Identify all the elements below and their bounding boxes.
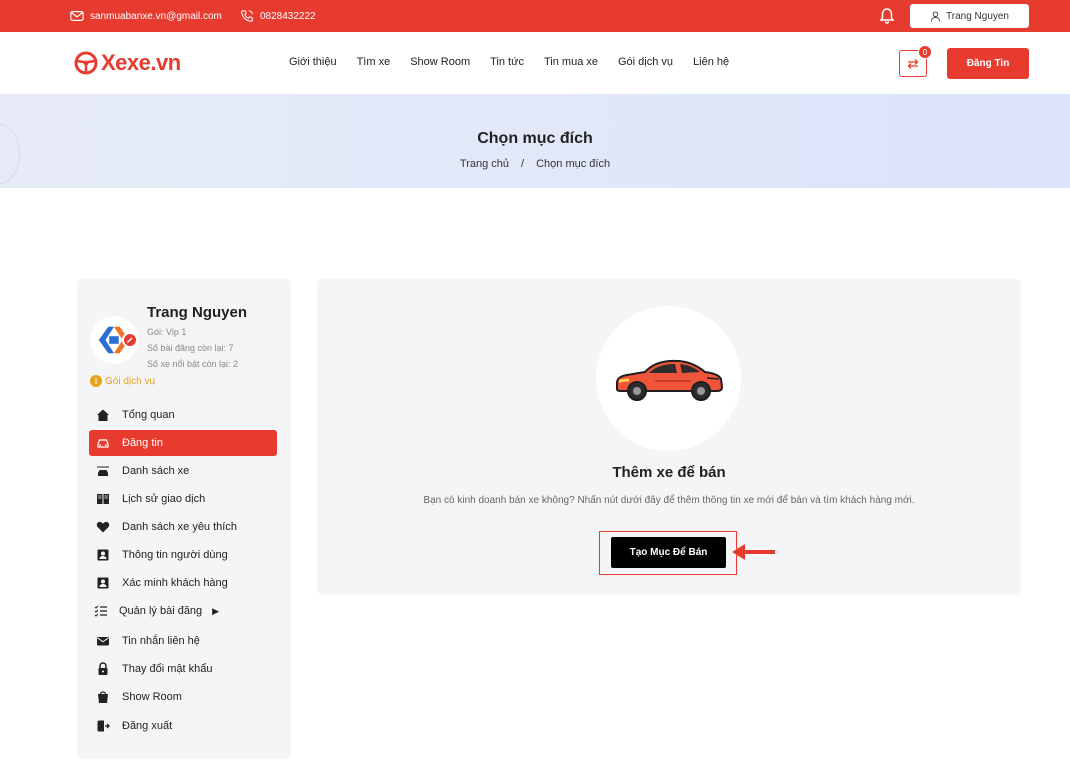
sidebar-item-label: Đăng tin (122, 437, 163, 449)
nav-tin-mua-xe[interactable]: Tin mua xe (544, 56, 598, 68)
info-icon: i (90, 375, 102, 387)
steering-wheel-icon (74, 51, 98, 75)
service-package-label: Gói dịch vụ (105, 375, 156, 387)
phone-text: 0828432222 (260, 10, 316, 22)
create-listing-button[interactable]: Tạo Mục Để Bán (611, 537, 726, 568)
sidebar-item-label: Thông tin người dùng (122, 549, 228, 561)
user-icon (930, 10, 941, 22)
edit-avatar-button[interactable] (122, 332, 138, 348)
sidebar-item-label: Đăng xuất (122, 720, 173, 732)
nav-gioi-thieu[interactable]: Giới thiệu (289, 56, 337, 68)
breadcrumb: Trang chủ / Chọn mục đích (0, 158, 1070, 170)
site-logo[interactable]: Xexe.vn (74, 50, 181, 76)
main-nav: Giới thiệu Tìm xe Show Room Tin tức Tin … (289, 56, 749, 68)
sidebar-item-label: Danh sách xe yêu thích (122, 521, 237, 533)
sidebar-item-label: Show Room (122, 691, 182, 703)
compare-count-badge: 0 (918, 45, 932, 59)
sports-car-icon (615, 359, 723, 401)
email-text: sanmuabanxe.vn@gmail.com (90, 10, 222, 22)
featured-remaining: Số xe nổi bật còn lại: 2 (147, 359, 239, 369)
verify-icon (97, 577, 109, 589)
caret-right-icon[interactable]: ▶ (212, 606, 219, 617)
breadcrumb-current: Chọn mục đích (536, 158, 611, 170)
user-account-name: Trang Nguyen (946, 10, 1009, 22)
phone-contact[interactable]: 0828432222 (240, 9, 316, 23)
card-title: Thêm xe để bán (612, 464, 726, 481)
sidebar-item-label: Danh sách xe (122, 465, 190, 477)
post-listing-button[interactable]: Đăng Tin (947, 48, 1029, 79)
page-banner: Chọn mục đích Trang chủ / Chọn mục đích (0, 94, 1070, 188)
sidebar-item-favorites[interactable]: Danh sách xe yêu thích (89, 514, 277, 540)
mail-icon (70, 11, 84, 21)
phone-icon (241, 10, 253, 22)
sidebar-item-label: Xác minh khách hàng (122, 577, 228, 589)
sidebar-item-label: Lịch sử giao dịch (122, 493, 206, 505)
checklist-icon (94, 605, 107, 617)
nav-show-room[interactable]: Show Room (410, 56, 470, 68)
sidebar-item-car-list[interactable]: Danh sách xe (89, 458, 277, 484)
logout-icon (97, 720, 110, 732)
arrow-left-icon (732, 544, 775, 560)
account-sidebar: Trang Nguyen Gói: Vip 1 Số bài đăng còn … (77, 279, 291, 759)
posts-remaining: Số bài đăng còn lại: 7 (147, 343, 234, 353)
swap-icon (907, 58, 919, 69)
nav-tim-xe[interactable]: Tìm xe (357, 56, 391, 68)
topbar: sanmuabanxe.vn@gmail.com 0828432222 Tran… (0, 0, 1070, 32)
car-icon (97, 439, 109, 448)
nav-lien-he[interactable]: Liên hệ (693, 56, 729, 68)
heart-icon (96, 521, 110, 533)
package-info: Gói: Vip 1 (147, 327, 187, 337)
sidebar-item-label: Quản lý bài đăng (119, 605, 203, 617)
sidebar-item-showroom[interactable]: Show Room (89, 684, 277, 710)
nav-goi-dich-vu[interactable]: Gói dịch vụ (618, 56, 673, 68)
sidebar-item-overview[interactable]: Tổng quan (89, 402, 277, 428)
sidebar-item-change-password[interactable]: Thay đổi mật khẩu (89, 656, 277, 682)
nav-tin-tuc[interactable]: Tin tức (490, 56, 524, 68)
user-card-icon (97, 549, 109, 561)
sidebar-item-label: Thay đổi mật khẩu (122, 663, 213, 675)
email-contact[interactable]: sanmuabanxe.vn@gmail.com (70, 9, 222, 23)
profile-name: Trang Nguyen (147, 304, 248, 321)
bell-icon[interactable] (878, 7, 896, 25)
sidebar-item-history[interactable]: Lịch sử giao dịch (89, 486, 277, 512)
home-icon (97, 409, 109, 421)
mail-icon (97, 637, 109, 646)
lock-icon (98, 662, 108, 675)
service-package-link[interactable]: i Gói dịch vụ (90, 375, 155, 387)
main-header: Xexe.vn Giới thiệu Tìm xe Show Room Tin … (0, 32, 1070, 94)
sidebar-item-verify[interactable]: Xác minh khách hàng (89, 570, 277, 596)
breadcrumb-separator: / (521, 158, 525, 170)
pencil-icon (127, 337, 133, 343)
user-account-button[interactable]: Trang Nguyen (910, 4, 1029, 28)
breadcrumb-home[interactable]: Trang chủ (460, 158, 509, 170)
showroom-icon (98, 691, 108, 703)
sidebar-item-label: Tổng quan (122, 409, 175, 421)
add-car-card: Thêm xe để bán Bạn có kinh doanh bán xe … (317, 279, 1021, 595)
sidebar-item-logout[interactable]: Đăng xuất (89, 713, 277, 739)
card-description: Bạn có kinh doanh bán xe không? Nhấn nút… (423, 495, 915, 506)
sidebar-item-label: Tin nhắn liên hệ (122, 635, 200, 647)
car-illustration (596, 306, 741, 451)
logo-text: Xexe.vn (101, 50, 181, 75)
sidebar-item-user-info[interactable]: Thông tin người dùng (89, 542, 277, 568)
sidebar-item-messages[interactable]: Tin nhắn liên hệ (89, 628, 277, 654)
history-icon (97, 494, 109, 504)
create-button-highlight: Tạo Mục Để Bán (599, 531, 737, 575)
sidebar-item-manage-posts[interactable]: Quản lý bài đăng ▶ (89, 598, 277, 624)
sidebar-item-post[interactable]: Đăng tin (89, 430, 277, 456)
page-title: Chọn mục đích (477, 130, 593, 147)
car-list-icon (97, 466, 109, 476)
